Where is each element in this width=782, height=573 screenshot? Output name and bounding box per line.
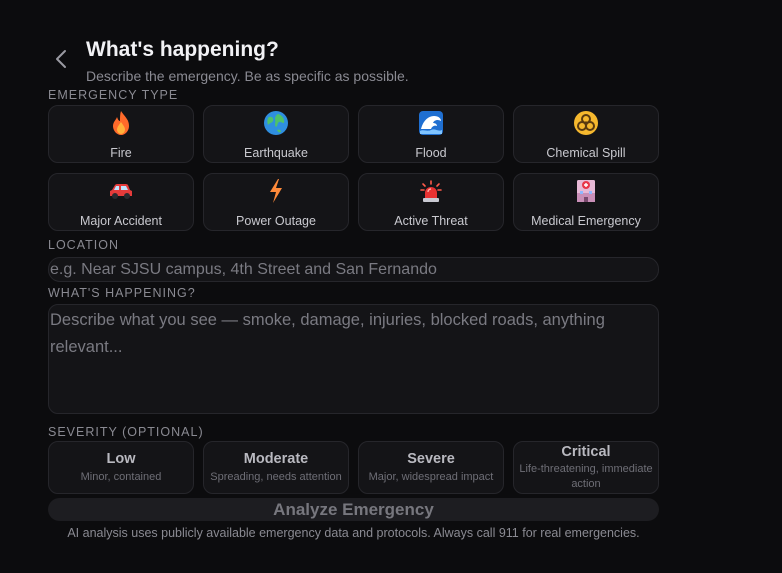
location-input[interactable]: e.g. Near SJSU campus, 4th Street and Sa…: [48, 257, 659, 282]
severity-label: SEVERITY (OPTIONAL): [48, 425, 204, 439]
type-label: Active Threat: [394, 214, 468, 228]
severity-name: Critical: [561, 444, 611, 460]
lightning-icon: [263, 178, 289, 204]
severity-desc: Spreading, needs attention: [210, 470, 342, 483]
page-subtitle: Describe the emergency. Be as specific a…: [86, 68, 409, 84]
severity-low-button[interactable]: Low Minor, contained: [48, 441, 194, 494]
type-chemical-spill-button[interactable]: Chemical Spill: [513, 105, 659, 163]
fire-icon: [108, 110, 134, 136]
globe-icon: [263, 110, 289, 136]
severity-name: Severe: [407, 450, 455, 467]
type-label: Earthquake: [244, 146, 308, 160]
type-label: Flood: [415, 146, 447, 160]
type-major-accident-button[interactable]: Major Accident: [48, 173, 194, 231]
type-label: Power Outage: [236, 214, 316, 228]
severity-desc: Life-threatening, immediate action: [519, 463, 653, 490]
type-power-outage-button[interactable]: Power Outage: [203, 173, 349, 231]
severity-grid: Low Minor, contained Moderate Spreading,…: [48, 441, 659, 494]
emergency-type-label: EMERGENCY TYPE: [48, 88, 179, 102]
type-fire-button[interactable]: Fire: [48, 105, 194, 163]
wave-icon: [418, 110, 444, 136]
back-button[interactable]: [50, 48, 72, 70]
type-active-threat-button[interactable]: Active Threat: [358, 173, 504, 231]
type-label: Major Accident: [80, 214, 162, 228]
severity-severe-button[interactable]: Severe Major, widespread impact: [358, 441, 504, 494]
analyze-emergency-button[interactable]: Analyze Emergency: [48, 498, 659, 521]
severity-moderate-button[interactable]: Moderate Spreading, needs attention: [203, 441, 349, 494]
severity-critical-button[interactable]: Critical Life-threatening, immediate act…: [513, 441, 659, 494]
biohazard-icon: [573, 110, 599, 136]
severity-desc: Minor, contained: [80, 470, 162, 483]
location-label: LOCATION: [48, 238, 119, 252]
type-flood-button[interactable]: Flood: [358, 105, 504, 163]
description-textarea[interactable]: Describe what you see — smoke, damage, i…: [48, 304, 659, 414]
type-label: Chemical Spill: [546, 146, 626, 160]
chevron-left-icon: [56, 50, 66, 68]
severity-name: Low: [106, 450, 136, 467]
type-medical-emergency-button[interactable]: Medical Emergency: [513, 173, 659, 231]
type-earthquake-button[interactable]: Earthquake: [203, 105, 349, 163]
page-title: What's happening?: [86, 38, 279, 61]
severity-name: Moderate: [243, 450, 309, 467]
emergency-type-grid: Fire Earthquake Flood Chemical Spill Maj…: [48, 105, 659, 231]
severity-desc: Major, widespread impact: [368, 470, 494, 483]
car-icon: [108, 178, 134, 204]
siren-icon: [418, 178, 444, 204]
type-label: Medical Emergency: [531, 214, 641, 228]
hospital-icon: [573, 178, 599, 204]
disclaimer-text: AI analysis uses publicly available emer…: [67, 526, 640, 540]
type-label: Fire: [110, 146, 132, 160]
description-label: WHAT'S HAPPENING?: [48, 286, 196, 300]
